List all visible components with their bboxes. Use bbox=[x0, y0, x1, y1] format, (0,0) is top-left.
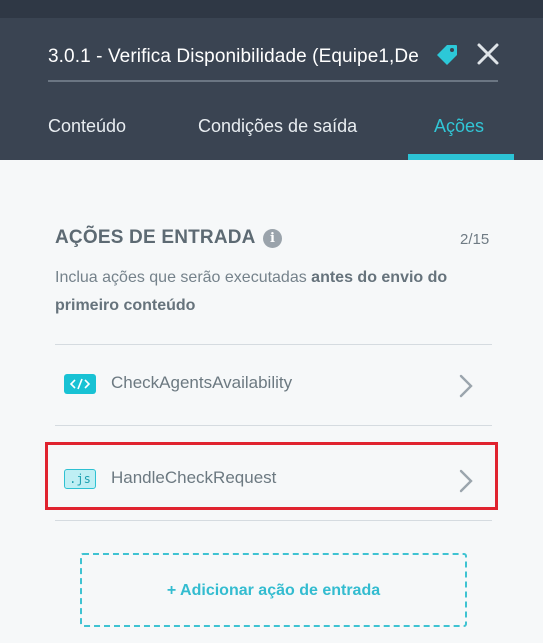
header-top-strip bbox=[0, 0, 543, 18]
action-item-checkagentsavailability[interactable]: CheckAgentsAvailability bbox=[55, 345, 492, 425]
active-tab-indicator bbox=[408, 154, 514, 160]
divider bbox=[55, 425, 492, 426]
close-icon[interactable] bbox=[476, 42, 500, 66]
actions-counter: 2/15 bbox=[460, 231, 490, 248]
chevron-right-icon bbox=[459, 374, 473, 398]
block-title[interactable]: 3.0.1 - Verifica Disponibilidade (Equipe… bbox=[48, 46, 438, 68]
title-field[interactable]: 3.0.1 - Verifica Disponibilidade (Equipe… bbox=[48, 40, 498, 82]
action-label: CheckAgentsAvailability bbox=[111, 373, 293, 392]
code-icon bbox=[64, 374, 96, 394]
dialog-header: 3.0.1 - Verifica Disponibilidade (Equipe… bbox=[0, 0, 543, 160]
section-description: Inclua ações que serão executadas antes … bbox=[55, 264, 495, 320]
add-entry-action-button[interactable]: + Adicionar ação de entrada bbox=[80, 553, 467, 627]
highlight-box bbox=[45, 442, 498, 510]
tab-condicoes-de-saida[interactable]: Condições de saída bbox=[198, 116, 357, 137]
tab-conteudo[interactable]: Conteúdo bbox=[48, 116, 126, 137]
section-title: AÇÕES DE ENTRADA bbox=[55, 227, 256, 248]
description-text: Inclua ações que serão executadas bbox=[55, 269, 312, 286]
tag-icon[interactable] bbox=[436, 44, 458, 66]
add-entry-action-label: + Adicionar ação de entrada bbox=[166, 582, 381, 599]
tab-acoes[interactable]: Ações bbox=[434, 116, 484, 137]
divider bbox=[55, 520, 492, 521]
info-icon[interactable]: i bbox=[263, 229, 282, 248]
